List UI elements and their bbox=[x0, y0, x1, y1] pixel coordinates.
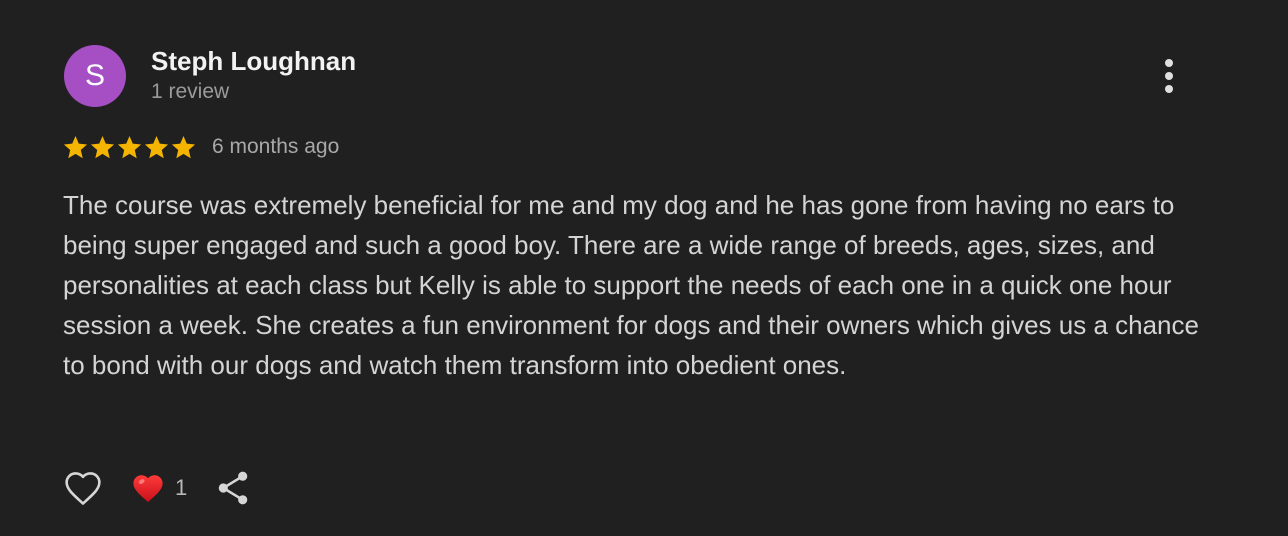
heart-outline-icon bbox=[65, 472, 101, 505]
review-actions: 1 bbox=[62, 466, 253, 510]
reaction-count: 1 bbox=[175, 475, 188, 500]
red-heart-icon bbox=[133, 475, 163, 503]
star-icon bbox=[117, 135, 142, 158]
avatar-initial: S bbox=[84, 59, 105, 92]
more-options-button[interactable] bbox=[1152, 56, 1186, 96]
avatar[interactable]: S bbox=[64, 45, 126, 107]
star-rating bbox=[62, 134, 197, 161]
star-icon bbox=[171, 135, 196, 158]
heart-reaction[interactable]: 1 bbox=[131, 472, 187, 504]
rating-row: 6 months ago bbox=[62, 132, 339, 162]
review-timestamp: 6 months ago bbox=[212, 135, 340, 158]
star-icon bbox=[90, 135, 115, 158]
share-button[interactable] bbox=[213, 467, 253, 509]
star-icon bbox=[144, 135, 169, 158]
more-vertical-icon bbox=[1165, 59, 1173, 93]
star-icon bbox=[63, 135, 88, 158]
share-icon bbox=[218, 471, 248, 505]
like-button[interactable] bbox=[62, 467, 104, 509]
author-review-count: 1 review bbox=[151, 80, 230, 103]
review-text: The course was extremely beneficial for … bbox=[63, 190, 1199, 380]
author-name[interactable]: Steph Loughnan bbox=[151, 45, 356, 77]
